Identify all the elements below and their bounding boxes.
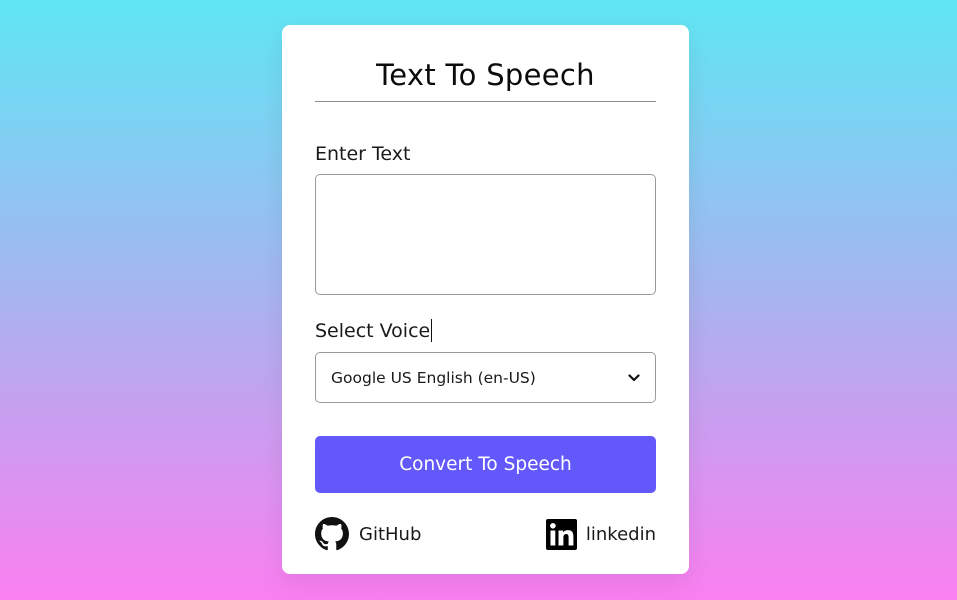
voice-select[interactable]: Google US English (en-US) [315, 352, 656, 403]
title-divider [315, 101, 656, 102]
chevron-down-icon [627, 371, 641, 385]
linkedin-icon [545, 518, 577, 550]
select-voice-label: Select Voice [315, 319, 433, 343]
enter-text-label-text: Enter Text [315, 143, 411, 165]
github-link-label: GitHub [359, 523, 422, 545]
linkedin-link[interactable]: linkedin [545, 516, 656, 552]
convert-to-speech-button[interactable]: Convert To Speech [315, 436, 656, 493]
linkedin-link-label: linkedin [585, 523, 656, 545]
select-voice-label-text: Select Voice [315, 320, 431, 342]
page-title: Text To Speech [376, 58, 595, 92]
github-link[interactable]: GitHub [315, 516, 421, 552]
text-to-speech-card: Text To Speech Enter Text Select Voice G… [282, 25, 689, 574]
enter-text-label: Enter Text [315, 142, 410, 166]
github-icon [315, 517, 349, 551]
voice-select-value: Google US English (en-US) [331, 368, 536, 387]
text-input[interactable] [315, 174, 656, 295]
text-cursor [431, 319, 433, 342]
